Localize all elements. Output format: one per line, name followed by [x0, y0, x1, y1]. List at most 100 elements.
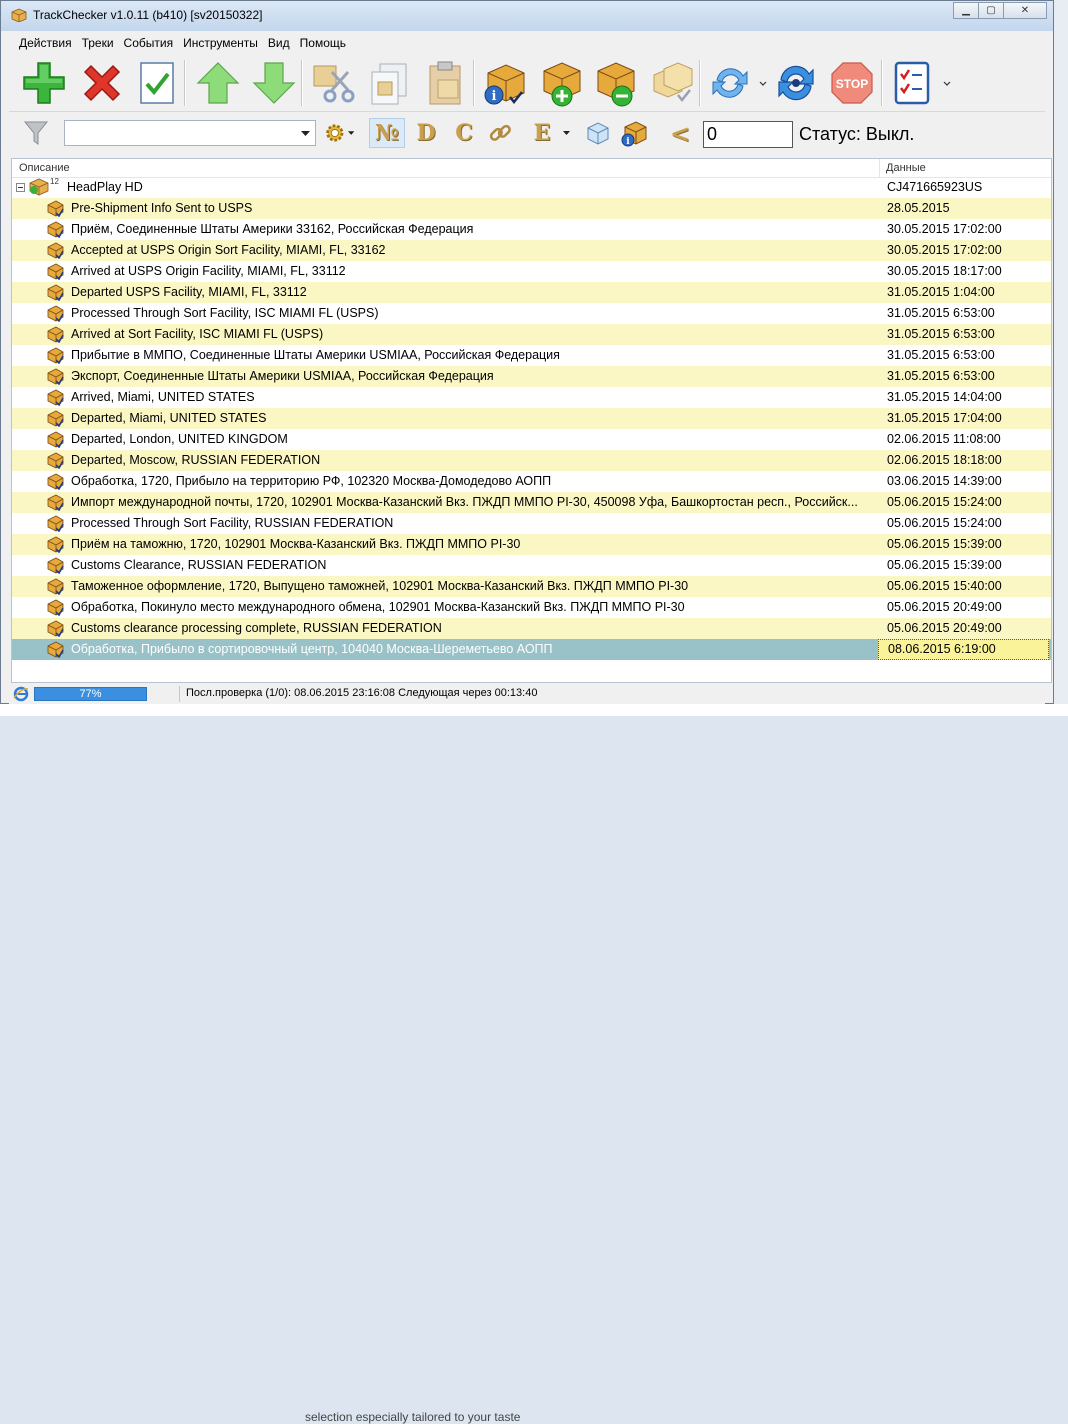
cube-icon: [587, 122, 609, 145]
event-date: 03.06.2015 14:39:00: [887, 474, 1002, 488]
column-header-data[interactable]: Данные: [886, 162, 926, 174]
box-remove-icon: [597, 62, 635, 107]
comparison-toggle[interactable]: <: [665, 118, 695, 148]
menu-events[interactable]: События: [119, 36, 179, 50]
add-event-button[interactable]: [535, 58, 585, 108]
remove-event-button[interactable]: [591, 58, 641, 108]
event-row[interactable]: Departed, Moscow, RUSSIAN FEDERATION 02.0…: [12, 450, 1051, 471]
event-row[interactable]: Приём, Соединенные Штаты Америки 33162, …: [12, 219, 1051, 240]
track-name: HeadPlay HD: [67, 180, 143, 194]
event-row[interactable]: Приём на таможню, 1720, 102901 Москва-Ка…: [12, 534, 1051, 555]
event-date: 31.05.2015 14:04:00: [887, 390, 1002, 404]
track-info-button[interactable]: i: [479, 58, 529, 108]
event-row[interactable]: Customs Clearance, RUSSIAN FEDERATION 05.…: [12, 555, 1051, 576]
filter-settings-button[interactable]: [324, 118, 354, 148]
grid-header: Описание Данные: [12, 159, 1051, 178]
delete-track-button[interactable]: [77, 58, 127, 108]
maximize-icon: ▢: [986, 5, 996, 16]
column-divider[interactable]: [879, 159, 880, 177]
event-box-icon: [47, 200, 64, 218]
refresh-all-icon: [778, 65, 814, 101]
collapse-toggle[interactable]: [16, 183, 25, 192]
menu-view[interactable]: Вид: [263, 36, 295, 50]
chevron-down-icon[interactable]: [759, 81, 767, 87]
event-row[interactable]: Arrived at USPS Origin Facility, MIAMI, …: [12, 261, 1051, 282]
event-date: 05.06.2015 15:40:00: [887, 579, 1002, 593]
last-check-text: Посл.проверка (1/0): 08.06.2015 23:16:08…: [186, 687, 538, 699]
move-up-button[interactable]: [193, 58, 243, 108]
filter-combo[interactable]: [64, 120, 316, 146]
event-row[interactable]: Arrived, Miami, UNITED STATES 31.05.2015 …: [12, 387, 1051, 408]
event-row[interactable]: Таможенное оформление, 1720, Выпущено та…: [12, 576, 1051, 597]
cut-button[interactable]: [308, 58, 358, 108]
event-box-icon: [47, 389, 64, 407]
event-row[interactable]: Departed, Miami, UNITED STATES 31.05.2015…: [12, 408, 1051, 429]
filter-button[interactable]: [21, 118, 51, 148]
event-row[interactable]: Pre-Shipment Info Sent to USPS 28.05.2015: [12, 198, 1051, 219]
chevron-down-icon[interactable]: [943, 81, 951, 87]
comparison-glyph: <: [669, 118, 691, 148]
event-description: Departed, Miami, UNITED STATES: [71, 411, 267, 425]
column-header-description[interactable]: Описание: [19, 162, 70, 174]
background-text: selection especially tailored to your ta…: [305, 1410, 521, 1424]
minimize-button[interactable]: ▁: [953, 2, 979, 19]
track-info-small-button[interactable]: i: [619, 118, 649, 148]
event-row[interactable]: Departed USPS Facility, MIAMI, FL, 33112…: [12, 282, 1051, 303]
copy-button[interactable]: [364, 58, 414, 108]
filter-by-d-toggle[interactable]: D: [411, 118, 441, 148]
refresh-all-button[interactable]: [771, 58, 821, 108]
refresh-icon: [712, 68, 748, 98]
filter-by-e-toggle[interactable]: E: [527, 118, 557, 148]
event-row[interactable]: Прибытие в ММПО, Соединенные Штаты Амери…: [12, 345, 1051, 366]
event-row[interactable]: Экспорт, Соединенные Штаты Америки USMIA…: [12, 366, 1051, 387]
chevron-down-icon[interactable]: [563, 131, 570, 136]
event-box-icon: [47, 305, 64, 323]
event-row[interactable]: Processed Through Sort Facility, RUSSIAN…: [12, 513, 1051, 534]
move-down-button[interactable]: [249, 58, 299, 108]
svg-text:STOP: STOP: [836, 77, 868, 91]
trackchecker-window: TrackChecker v1.0.11 (b410) [sv20150322]…: [0, 0, 1054, 704]
count-input[interactable]: 0: [703, 121, 793, 148]
chain-icon: [489, 124, 511, 141]
event-row[interactable]: Accepted at USPS Origin Sort Facility, M…: [12, 240, 1051, 261]
grid-rows: 12 HeadPlay HD CJ471665923US Pre-Shipmen…: [12, 177, 1051, 660]
event-row[interactable]: Customs clearance processing complete, R…: [12, 618, 1051, 639]
check-events-button[interactable]: [647, 58, 697, 108]
event-date: 05.06.2015 20:49:00: [887, 600, 1002, 614]
event-row[interactable]: Импорт международной почты, 1720, 102901…: [12, 492, 1051, 513]
paste-button[interactable]: [420, 58, 470, 108]
event-description: Arrived at Sort Facility, ISC MIAMI FL (…: [71, 327, 324, 341]
menu-tracks[interactable]: Треки: [77, 36, 119, 50]
event-description: Processed Through Sort Facility, RUSSIAN…: [71, 516, 394, 530]
event-row[interactable]: Обработка, Покинуло место международного…: [12, 597, 1051, 618]
menu-help[interactable]: Помощь: [295, 36, 351, 50]
boxes-check-icon: [653, 62, 693, 103]
refresh-button[interactable]: [705, 58, 755, 108]
event-row[interactable]: Arrived at Sort Facility, ISC MIAMI FL (…: [12, 324, 1051, 345]
filter-by-number-toggle[interactable]: №: [369, 118, 405, 148]
cube-view-button[interactable]: [583, 118, 613, 148]
event-description: Departed USPS Facility, MIAMI, FL, 33112: [71, 285, 307, 299]
filter-by-link-toggle[interactable]: [485, 118, 515, 148]
title-bar[interactable]: TrackChecker v1.0.11 (b410) [sv20150322]…: [1, 1, 1053, 31]
number-glyph: №: [375, 120, 399, 146]
event-row[interactable]: Departed, London, UNITED KINGDOM 02.06.20…: [12, 429, 1051, 450]
event-row[interactable]: Обработка, 1720, Прибыло на территорию Р…: [12, 471, 1051, 492]
checklist-button[interactable]: [887, 58, 937, 108]
event-row-selected[interactable]: Обработка, Прибыло в сортировочный центр…: [12, 639, 1051, 660]
mark-read-button[interactable]: [132, 58, 182, 108]
track-row[interactable]: 12 HeadPlay HD CJ471665923US: [12, 177, 1051, 198]
event-date: 31.05.2015 17:04:00: [887, 411, 1002, 425]
close-icon: ✕: [1020, 5, 1030, 16]
event-row[interactable]: Processed Through Sort Facility, ISC MIA…: [12, 303, 1051, 324]
event-box-icon: [47, 368, 64, 386]
event-description: Приём, Соединенные Штаты Америки 33162, …: [71, 222, 474, 236]
menu-tools[interactable]: Инструменты: [178, 36, 263, 50]
stop-button[interactable]: STOP: [827, 58, 877, 108]
menu-actions[interactable]: Действия: [9, 36, 77, 50]
filter-by-c-toggle[interactable]: C: [449, 118, 479, 148]
menu-bar: Действия Треки События Инструменты Вид П…: [9, 33, 1045, 53]
add-track-button[interactable]: [19, 58, 69, 108]
maximize-button[interactable]: ▢: [978, 2, 1004, 19]
close-button[interactable]: ✕: [1003, 2, 1047, 19]
